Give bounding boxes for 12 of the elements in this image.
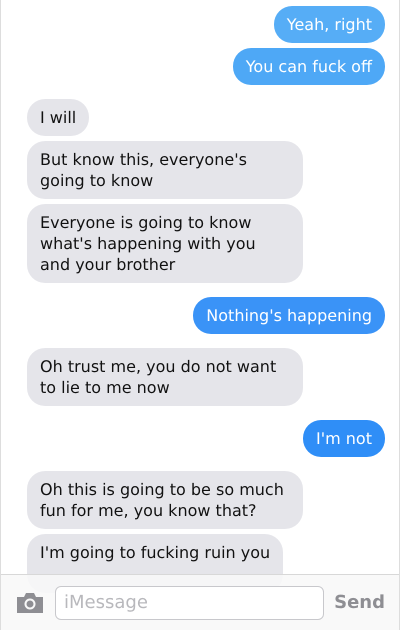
sent-message: Yeah, right: [274, 6, 385, 43]
message-input[interactable]: iMessage: [55, 586, 324, 620]
received-message: I will: [27, 99, 90, 136]
send-button[interactable]: Send: [334, 592, 385, 613]
camera-icon[interactable]: [15, 592, 45, 614]
received-message: Oh this is going to be so much fun for me, you know that?: [27, 471, 303, 529]
received-message: Everyone is going to know what's happening with you and your brother: [27, 204, 303, 283]
sent-message: Nothing's happening: [193, 297, 385, 334]
received-message: Oh trust me, you do not want to lie to me now: [27, 348, 303, 406]
received-message: But know this, everyone's going to know: [27, 141, 303, 199]
sent-message: I'm not: [303, 420, 385, 457]
sent-message: You can fuck off: [232, 48, 385, 85]
